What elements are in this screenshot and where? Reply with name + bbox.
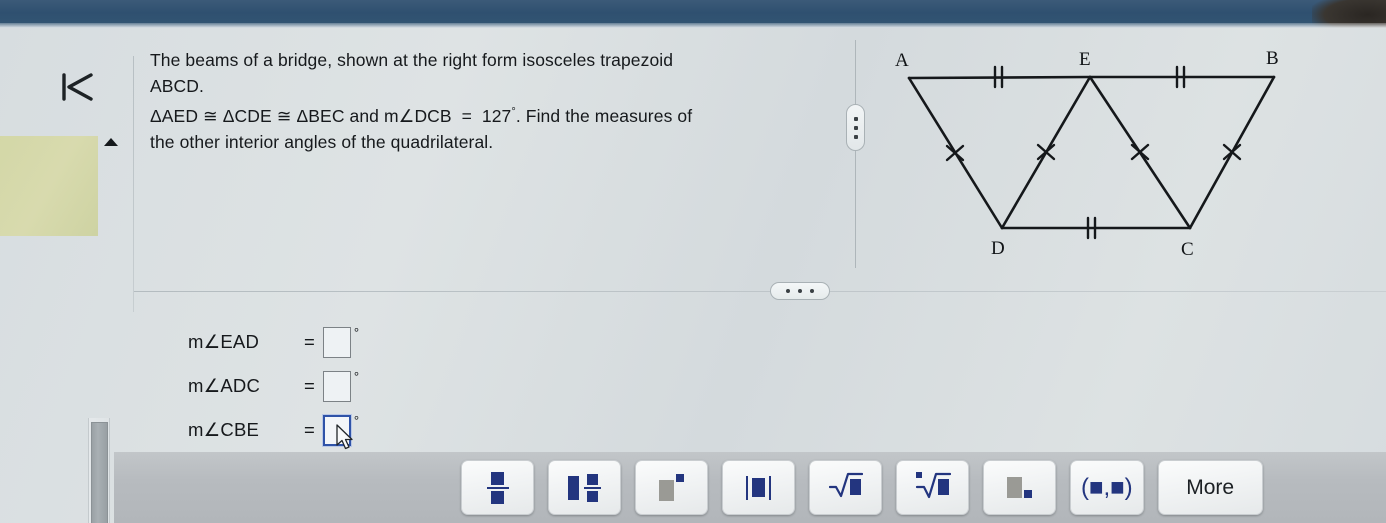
answer-input-ead[interactable]	[322, 326, 351, 358]
mixed-number-icon	[568, 473, 601, 502]
vertex-label-B: B	[1266, 48, 1279, 69]
expand-dots-button[interactable]	[770, 282, 830, 300]
question-text: The beams of a bridge, shown at the righ…	[150, 47, 820, 155]
dot	[810, 289, 814, 293]
square-root-button[interactable]	[809, 460, 882, 515]
handle-dot	[853, 134, 858, 139]
question-line-3: ΔAED ≅ ΔCDE ≅ ΔBEC and m∠DCB = 127°. Fin…	[150, 99, 820, 129]
vertex-label-A: A	[895, 50, 909, 71]
ordered-pair-button[interactable]: (■,■)	[1070, 460, 1144, 515]
answer-label-ead: m∠EAD	[188, 331, 260, 352]
fraction-icon	[486, 471, 509, 504]
question-line-1: The beams of a bridge, shown at the righ…	[150, 50, 674, 70]
degree-symbol: °	[353, 369, 360, 384]
top-bar	[0, 0, 1386, 32]
subscript-icon	[1007, 477, 1032, 498]
handle-dot	[853, 116, 858, 121]
fraction-button[interactable]	[461, 460, 534, 515]
question-line-3b: . Find the measures of	[515, 105, 693, 126]
question-line-3a: ΔAED ≅ ΔCDE ≅ ΔBEC and m∠DCB = 127	[150, 105, 512, 126]
handle-dot	[853, 125, 858, 130]
dot	[798, 289, 802, 293]
equals-sign: =	[304, 331, 315, 352]
vertex-label-C: C	[1181, 239, 1194, 260]
mixed-number-button[interactable]	[548, 460, 621, 515]
trapezoid-figure: A E B D C	[862, 40, 1322, 270]
vertical-scrollbar[interactable]	[88, 418, 110, 523]
nth-root-button[interactable]	[896, 460, 969, 515]
absolute-value-button[interactable]	[722, 460, 795, 515]
rail-divider	[133, 56, 134, 312]
answer-input-adc[interactable]	[322, 370, 351, 402]
screen: The beams of a bridge, shown at the righ…	[0, 0, 1386, 523]
answer-row-ead: m∠EAD = °	[188, 320, 359, 364]
vertex-label-E: E	[1079, 49, 1091, 70]
scrollbar-thumb[interactable]	[91, 422, 108, 523]
answer-label-cbe: m∠CBE	[188, 419, 260, 440]
math-toolbar: (■,■) More	[114, 452, 1386, 523]
caret-up-icon[interactable]	[104, 138, 118, 146]
ordered-pair-icon: (■,■)	[1081, 473, 1133, 501]
nth-root-icon	[915, 470, 951, 505]
absolute-value-icon	[746, 475, 771, 500]
exponent-button[interactable]	[635, 460, 708, 515]
exponent-icon	[659, 474, 684, 501]
equals-sign: =	[304, 375, 315, 396]
left-rail	[0, 28, 134, 523]
question-line-4: the other interior angles of the quadril…	[150, 131, 494, 152]
answer-list: m∠EAD = ° m∠ADC = ° m∠CBE = °	[188, 320, 359, 452]
question-line-2: ABCD.	[150, 76, 204, 96]
square-root-icon	[828, 471, 863, 504]
answer-row-adc: m∠ADC = °	[188, 364, 359, 408]
horizontal-splitter	[134, 291, 1386, 292]
degree-symbol: °	[353, 325, 360, 340]
answer-label-adc: m∠ADC	[188, 375, 261, 396]
highlight-block	[0, 136, 98, 236]
answer-row-cbe: m∠CBE = °	[188, 408, 359, 452]
mouse-cursor	[336, 424, 356, 452]
subscript-button[interactable]	[983, 460, 1056, 515]
skip-to-start-icon[interactable]	[57, 70, 103, 104]
vertex-label-D: D	[991, 238, 1005, 259]
dot	[786, 289, 790, 293]
equals-sign: =	[304, 419, 315, 440]
more-button[interactable]: More	[1157, 460, 1263, 515]
vertical-splitter	[855, 40, 856, 268]
